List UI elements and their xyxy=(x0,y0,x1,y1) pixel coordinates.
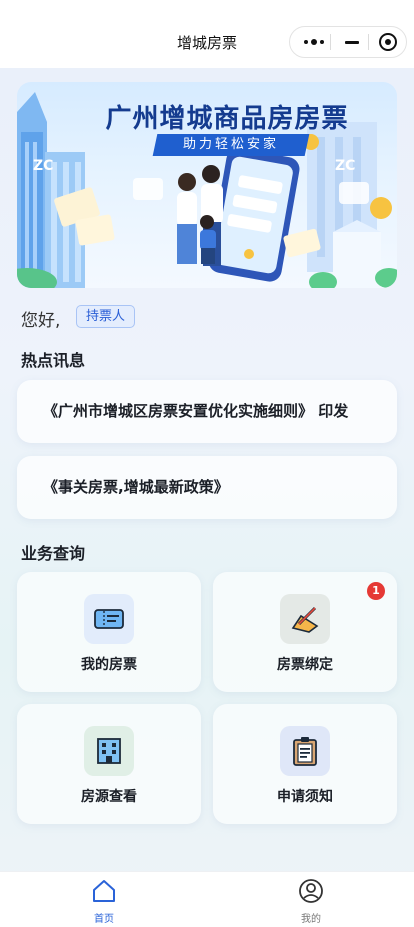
navigation-bar: 增城房票 xyxy=(0,0,414,68)
application-notice-card[interactable]: 申请须知 xyxy=(213,704,397,824)
service-label: 房票绑定 xyxy=(277,657,333,673)
clipboard-icon xyxy=(280,726,330,776)
ticket-icon xyxy=(84,594,134,644)
minimize-icon[interactable] xyxy=(332,27,372,57)
tab-label: 首页 xyxy=(94,914,114,925)
banner-title: 广州增城商品房房票 xyxy=(105,104,349,134)
capsule-divider xyxy=(330,34,331,50)
promo-banner[interactable]: 广州增城商品房房票 助力轻松安家 ZC ZC xyxy=(17,82,397,288)
service-label: 我的房票 xyxy=(81,657,137,673)
building-icon xyxy=(84,726,134,776)
more-dots-icon[interactable] xyxy=(294,27,334,57)
bottom-tab-bar: 首页 我的 xyxy=(0,871,414,927)
property-listing-card[interactable]: 房源查看 xyxy=(17,704,201,824)
banner-subtitle-text: 助力轻松安家 xyxy=(182,137,279,152)
pen-sign-icon xyxy=(280,594,330,644)
my-tickets-card[interactable]: 我的房票 xyxy=(17,572,201,692)
tab-home[interactable]: 首页 xyxy=(74,878,134,925)
home-icon xyxy=(93,880,115,902)
target-close-icon[interactable] xyxy=(368,27,408,57)
role-badge: 持票人 xyxy=(76,305,136,328)
tab-label: 我的 xyxy=(301,914,321,925)
services-heading: 业务查询 xyxy=(21,544,86,563)
news-item[interactable]: 《广州市增城区房票安置优化实施细则》 印发 xyxy=(17,380,397,443)
ticket-binding-card[interactable]: 1 房票绑定 xyxy=(213,572,397,692)
user-icon xyxy=(299,879,323,903)
building-label-right: ZC xyxy=(335,158,356,174)
news-item[interactable]: 《事关房票,增城最新政策》 xyxy=(17,456,397,519)
notification-badge: 1 xyxy=(367,582,385,600)
service-label: 申请须知 xyxy=(277,789,333,805)
service-label: 房源查看 xyxy=(81,789,137,805)
greeting-text: 您好, xyxy=(21,311,61,331)
building-label-left: ZC xyxy=(33,158,54,174)
banner-subtitle: 助力轻松安家 xyxy=(152,134,310,156)
hot-news-heading: 热点讯息 xyxy=(21,351,86,370)
tab-mine[interactable]: 我的 xyxy=(281,878,341,925)
mini-program-capsule xyxy=(289,26,407,58)
